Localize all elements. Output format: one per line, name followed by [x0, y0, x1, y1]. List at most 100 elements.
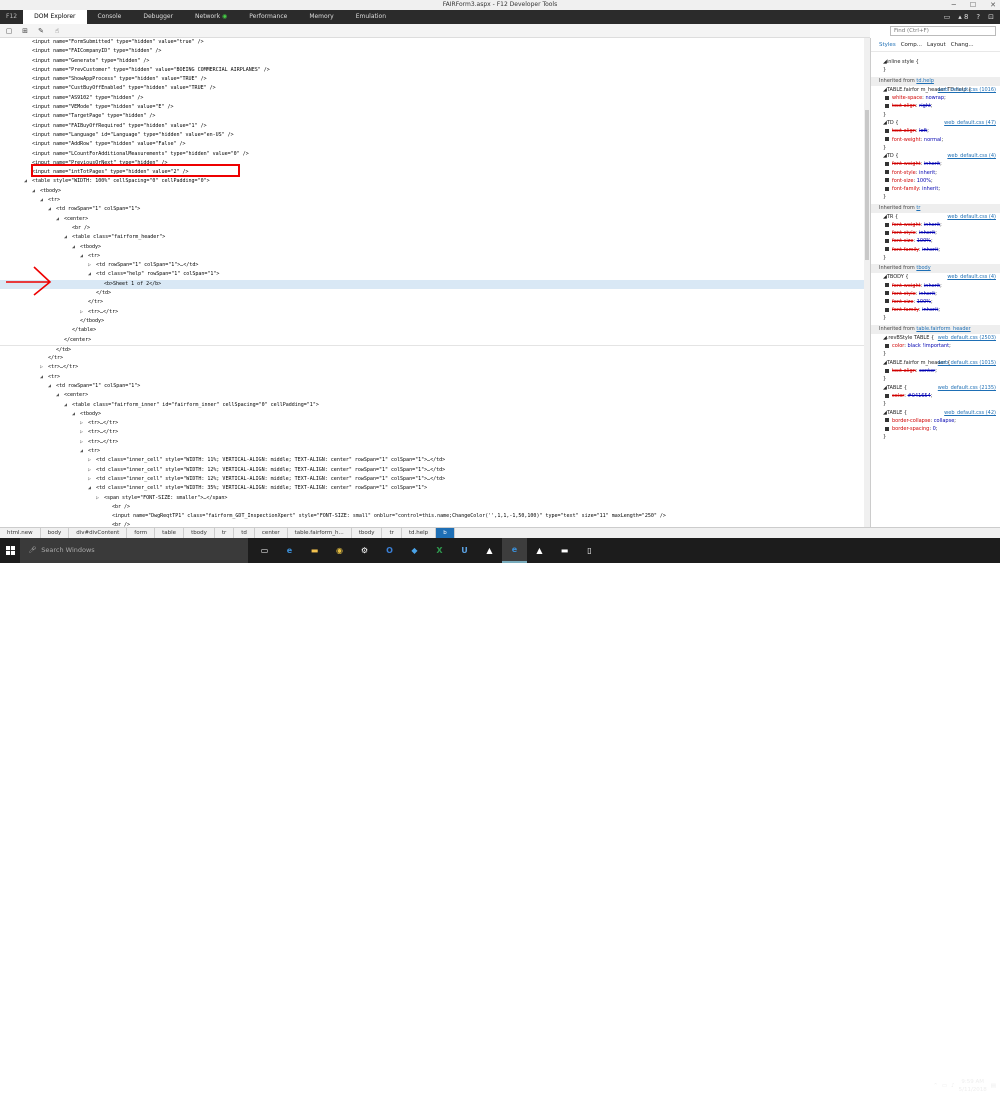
dom-node-line[interactable]: <input name="LCountForAdditionalMeasurem…	[0, 150, 864, 159]
css-property[interactable]: font-style: inherit;	[871, 290, 1000, 298]
collapsed-triangle-icon[interactable]: ▷	[96, 494, 104, 503]
dom-node-line[interactable]: </tr>	[0, 298, 864, 307]
tab-changes[interactable]: Chang...	[951, 42, 974, 48]
collapsed-triangle-icon[interactable]: ▷	[80, 428, 88, 437]
tab-debugger[interactable]: Debugger	[132, 10, 184, 24]
select-element-icon[interactable]: ▢	[4, 26, 14, 36]
tab-computed[interactable]: Comp...	[901, 42, 922, 48]
css-property[interactable]: font-style: inherit;	[871, 169, 1000, 177]
css-source-link[interactable]: web_default.css (47)	[944, 119, 996, 127]
close-icon[interactable]: ✕	[990, 0, 996, 10]
pin-icon[interactable]: ⊡	[988, 13, 994, 21]
dom-node-line[interactable]: ◢ <table class="fairform_inner" id="fairf…	[0, 401, 864, 410]
collapsed-triangle-icon[interactable]: ▷	[88, 456, 96, 465]
css-source-link[interactable]: web_default.css (42)	[944, 409, 996, 417]
property-checkbox[interactable]	[885, 247, 889, 252]
css-property[interactable]: font-size: 100%;	[871, 237, 1000, 245]
task-view-icon[interactable]: ▭	[252, 538, 277, 563]
tab-emulation[interactable]: Emulation	[345, 10, 397, 24]
css-property[interactable]: font-weight: normal;	[871, 136, 1000, 144]
css-source-link[interactable]: web_default.css (4)	[947, 213, 996, 221]
expand-triangle-icon[interactable]: ◢	[80, 447, 88, 456]
css-property[interactable]: font-family: inherit;	[871, 246, 1000, 254]
breadcrumb-item[interactable]: td.help	[402, 527, 437, 539]
css-source-link[interactable]: web_default.css (4)	[947, 273, 996, 281]
dom-node-line[interactable]: ▷ <tr>…</tr>	[0, 438, 864, 447]
tab-network[interactable]: Network ◉	[184, 10, 238, 24]
property-checkbox[interactable]	[885, 368, 889, 373]
property-checkbox[interactable]	[885, 186, 889, 191]
dom-node-line[interactable]: ◢ <tr>	[0, 196, 864, 205]
dom-node-line[interactable]: ▷ <td class="inner_cell" style="WIDTH: 12…	[0, 466, 864, 475]
breadcrumb-item[interactable]: table.fairform_h...	[288, 527, 352, 539]
property-checkbox[interactable]	[885, 128, 889, 133]
dom-node-line[interactable]: ▷ <td class="inner_cell" style="WIDTH: 12…	[0, 475, 864, 484]
breadcrumb-item[interactable]: html.new	[0, 527, 41, 539]
expand-triangle-icon[interactable]: ◢	[40, 196, 48, 205]
property-checkbox[interactable]	[885, 161, 889, 166]
file-icon[interactable]: ▯	[577, 538, 602, 563]
css-rule-header[interactable]: ◢TABLE.fairfor m_header {web_default.css…	[871, 359, 1000, 367]
expand-triangle-icon[interactable]: ◢	[80, 252, 88, 261]
expand-triangle-icon[interactable]: ◢	[40, 373, 48, 382]
app-icon[interactable]: ◆	[402, 538, 427, 563]
dom-node-line[interactable]: ◢ <tr>	[0, 373, 864, 382]
help-icon[interactable]: ?	[976, 13, 980, 21]
css-property[interactable]: font-size: 100%;	[871, 177, 1000, 185]
dom-node-line[interactable]: <input name="AS9102" type="hidden" />	[0, 94, 864, 103]
expand-triangle-icon[interactable]: ◢	[64, 233, 72, 242]
css-source-link[interactable]: web_default.css (2503)	[938, 334, 996, 342]
dom-node-line[interactable]: <input name="PrevCustomer" type="hidden"…	[0, 66, 864, 75]
taskbar-search[interactable]: 🎤︎ Search Windows	[20, 538, 248, 563]
dom-node-line[interactable]: ◢ <tbody>	[0, 187, 864, 196]
expand-triangle-icon[interactable]: ◢	[56, 215, 64, 224]
dom-node-line[interactable]: <input name="Language" id="Language" typ…	[0, 131, 864, 140]
css-rule-header[interactable]: ◢TD {web_default.css (47)	[871, 119, 1000, 127]
dom-node-line[interactable]: <input name="FAIBuyOffRequired" type="hi…	[0, 122, 864, 131]
network-icon[interactable]: ▭	[942, 1083, 947, 1089]
settings-icon[interactable]: ⚙	[352, 538, 377, 563]
css-rule-header[interactable]: ◢.revBStyle TABLE {web_default.css (2503…	[871, 334, 1000, 342]
cmd-icon[interactable]: ▬	[552, 538, 577, 563]
chrome-icon[interactable]: ◉	[327, 538, 352, 563]
css-rule-header[interactable]: ◢TABLE {web_default.css (2135)	[871, 384, 1000, 392]
property-checkbox[interactable]	[885, 137, 889, 142]
tray-chevron-icon[interactable]: ⌃	[933, 1083, 938, 1089]
dom-node-line[interactable]: <b>Sheet 1 of 2</b>	[0, 279, 864, 290]
dom-node-line[interactable]: <input name="AddRow" type="hidden" value…	[0, 140, 864, 149]
property-checkbox[interactable]	[885, 426, 889, 431]
minimize-icon[interactable]: ─	[952, 0, 956, 10]
maximize-icon[interactable]: ☐	[970, 0, 976, 10]
screen-icon[interactable]: ▭	[944, 13, 951, 21]
dom-node-line[interactable]: ◢ <tr>	[0, 252, 864, 261]
windows-start-icon[interactable]	[0, 538, 20, 563]
touch-icon[interactable]: ☝	[52, 26, 62, 36]
css-property[interactable]: text-align: left;	[871, 127, 1000, 135]
css-property[interactable]: border-spacing: 0;	[871, 425, 1000, 433]
expand-triangle-icon[interactable]: ◢	[56, 391, 64, 400]
collapsed-triangle-icon[interactable]: ▷	[80, 419, 88, 428]
breadcrumb-item[interactable]: table	[155, 527, 185, 539]
css-source-link[interactable]: web_default.css (4)	[947, 152, 996, 160]
inherited-link[interactable]: tbody	[916, 265, 930, 271]
breadcrumb-item[interactable]: center	[255, 527, 288, 539]
dom-node-line[interactable]: <input name="FAICompanyID" type="hidden"…	[0, 47, 864, 56]
expand-triangle-icon[interactable]: ◢	[88, 484, 96, 493]
css-rule-header[interactable]: ◢TR {web_default.css (4)	[871, 213, 1000, 221]
property-checkbox[interactable]	[885, 299, 889, 304]
inline-style-rule[interactable]: ◢inline style {	[871, 58, 1000, 66]
tab-console[interactable]: Console	[87, 10, 133, 24]
property-checkbox[interactable]	[885, 238, 889, 243]
css-property[interactable]: font-weight: inherit;	[871, 160, 1000, 168]
notification-badge[interactable]: ▴ 8	[958, 13, 968, 21]
dom-scrollbar-thumb[interactable]	[865, 110, 869, 260]
tab-layout[interactable]: Layout	[927, 42, 946, 48]
expand-triangle-icon[interactable]: ◢	[72, 410, 80, 419]
tab-styles[interactable]: Styles	[879, 42, 896, 48]
css-property[interactable]: text-align: center;	[871, 367, 1000, 375]
dom-node-line[interactable]: ◢ <center>	[0, 215, 864, 224]
expand-triangle-icon[interactable]: ◢	[48, 205, 56, 214]
tab-performance[interactable]: Performance	[238, 10, 298, 24]
expand-triangle-icon[interactable]: ◢	[24, 177, 32, 186]
app-warning-icon[interactable]: ▲	[527, 538, 552, 563]
